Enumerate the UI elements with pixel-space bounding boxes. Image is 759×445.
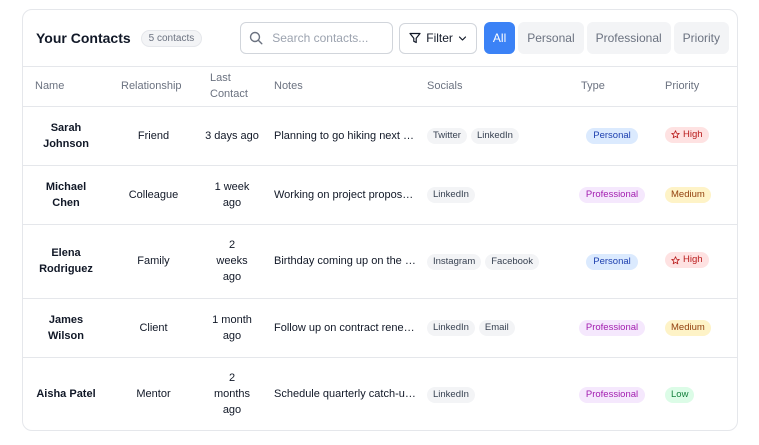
contact-priority: High [659, 106, 737, 166]
contact-notes: Schedule quarterly catch-up meeting [274, 388, 422, 401]
type-tabs: All Personal Professional Priority [483, 22, 730, 54]
table-header-row: Name Relationship Last Contact Notes Soc… [23, 67, 737, 107]
contact-name: Michael Chen [23, 165, 109, 225]
contact-socials: Instagram Facebook [422, 224, 565, 299]
priority-badge: High [665, 126, 709, 143]
column-header-type[interactable]: Type [565, 67, 659, 107]
contact-type: Personal [565, 106, 659, 166]
tab-professional[interactable]: Professional [586, 22, 671, 54]
priority-label: High [683, 128, 703, 140]
star-icon [671, 256, 680, 264]
search-icon [250, 31, 263, 45]
contact-name: Aisha Patel [36, 388, 96, 401]
contact-last-contact: 2 months ago [213, 372, 251, 417]
contact-notes: Birthday coming up on the 15th [266, 224, 422, 299]
contact-notes: Planning to go hiking next weekend [266, 106, 422, 166]
column-header-priority[interactable]: Priority [659, 67, 737, 107]
contacts-table: Name Relationship Last Contact Notes Soc… [23, 67, 737, 430]
priority-label: Medium [671, 322, 705, 333]
contact-socials: LinkedIn Email [422, 298, 565, 358]
contact-priority: Medium [659, 298, 737, 358]
table-row[interactable]: James Wilson Client 1 month ago Follow u… [23, 298, 737, 358]
type-badge: Personal [586, 253, 638, 270]
page-title: Your Contacts [36, 30, 131, 46]
column-header-last-contact[interactable]: Last Contact [198, 67, 266, 107]
search-input[interactable] [272, 31, 393, 45]
star-icon [671, 130, 680, 139]
priority-badge: High [665, 252, 709, 269]
contact-socials: LinkedIn [422, 165, 565, 225]
priority-label: High [683, 254, 703, 266]
contacts-card: Your Contacts 5 contacts Filter All Pers… [22, 9, 738, 431]
contact-relationship: Mentor [136, 388, 171, 401]
social-chip[interactable]: LinkedIn [427, 187, 475, 203]
table-row[interactable]: Sarah Johnson Friend 3 days ago Planning… [23, 106, 737, 166]
social-chip[interactable]: Twitter [427, 128, 467, 144]
contact-notes: Working on project proposal together [266, 165, 422, 225]
contact-name: Sarah Johnson [23, 106, 109, 166]
search-box[interactable] [240, 22, 394, 54]
contact-relationship: Family [109, 224, 198, 299]
contact-last-contact: 1 week ago [198, 165, 266, 225]
contact-socials: Twitter LinkedIn [422, 106, 565, 166]
filter-button[interactable]: Filter [399, 22, 477, 54]
contact-last-contact: 3 days ago [198, 106, 266, 166]
social-chip[interactable]: LinkedIn [470, 128, 519, 144]
contact-notes: Follow up on contract renewal [266, 298, 422, 358]
table-row[interactable]: Aisha Patel Mentor 2 months ago Schedule… [23, 357, 737, 430]
social-chip[interactable]: LinkedIn [427, 320, 475, 336]
table-row[interactable]: Elena Rodriguez Family 2 weeks ago Birth… [23, 224, 737, 299]
contact-name: James Wilson [23, 298, 109, 358]
type-badge: Personal [586, 128, 638, 144]
card-header: Your Contacts 5 contacts Filter All Pers… [23, 10, 737, 67]
contact-type: Professional [565, 298, 659, 358]
type-badge: Professional [578, 386, 646, 403]
contact-type: Professional [565, 357, 659, 430]
social-chip[interactable]: Facebook [485, 253, 539, 270]
column-header-notes[interactable]: Notes [266, 67, 422, 107]
chevron-down-icon [458, 35, 467, 41]
priority-badge: Medium [665, 320, 711, 336]
contact-priority: Low [659, 357, 737, 430]
tab-priority[interactable]: Priority [673, 22, 730, 54]
priority-label: Low [671, 388, 689, 400]
contact-priority: Medium [659, 165, 737, 225]
contact-type: Personal [565, 224, 659, 299]
contact-relationship: Friend [109, 106, 198, 166]
social-chip[interactable]: Instagram [427, 253, 482, 270]
contact-socials: LinkedIn [422, 357, 565, 430]
tab-personal[interactable]: Personal [518, 22, 584, 54]
social-chip[interactable]: Email [478, 320, 515, 336]
column-header-socials[interactable]: Socials [422, 67, 565, 107]
contact-last-contact: 1 month ago [198, 298, 266, 358]
priority-badge: Low [665, 386, 695, 403]
column-header-name[interactable]: Name [23, 67, 109, 107]
contact-relationship: Client [109, 298, 198, 358]
contact-type: Professional [565, 165, 659, 225]
type-badge: Professional [578, 320, 646, 336]
filter-label: Filter [426, 31, 453, 45]
table-row[interactable]: Michael Chen Colleague 1 week ago Workin… [23, 165, 737, 225]
filter-icon [409, 32, 421, 44]
column-header-relationship[interactable]: Relationship [109, 67, 198, 107]
social-chip[interactable]: LinkedIn [427, 386, 475, 403]
priority-label: Medium [671, 189, 705, 200]
type-badge: Professional [578, 187, 646, 203]
priority-badge: Medium [665, 187, 711, 203]
contact-last-contact: 2 weeks ago [198, 224, 266, 299]
contact-name: Elena Rodriguez [23, 224, 109, 299]
tab-all[interactable]: All [483, 22, 516, 54]
contact-relationship: Colleague [109, 165, 198, 225]
contact-count-badge: 5 contacts [140, 29, 203, 47]
contact-priority: High [659, 224, 737, 299]
